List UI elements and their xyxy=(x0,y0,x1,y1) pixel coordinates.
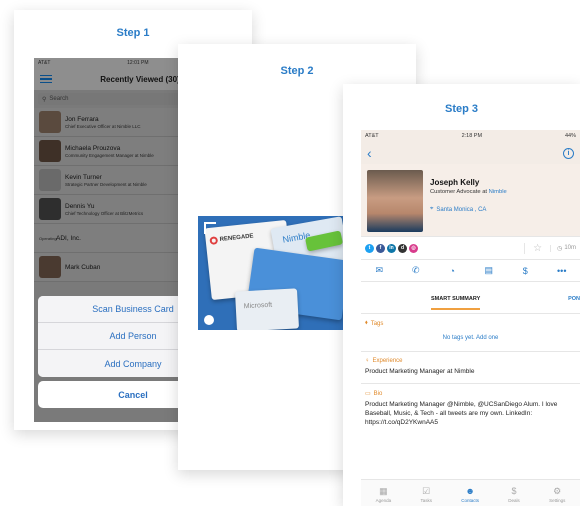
tab-agenda[interactable]: ▦ Agenda xyxy=(375,486,392,504)
status-carrier: AT&T xyxy=(38,60,51,66)
tab-next[interactable]: PON xyxy=(568,296,580,302)
detail-tabs: SMART SUMMARY PON xyxy=(361,290,580,314)
status-time: 12:01 PM xyxy=(127,60,149,66)
experience-section-label: ♀ Experience xyxy=(361,352,580,364)
phone-icon[interactable]: ✆ xyxy=(408,265,424,276)
deal-icon[interactable]: $ xyxy=(517,266,533,276)
role-text: Customer Advocate at xyxy=(430,189,488,195)
tab-deals[interactable]: $ Deals xyxy=(508,486,520,504)
tab-label: Tasks xyxy=(420,498,432,503)
dollar-icon: $ xyxy=(511,486,517,496)
location[interactable]: ⌖ Santa Monica , CA xyxy=(430,206,507,213)
people-icon: ☻ xyxy=(465,486,475,496)
status-battery: 44% xyxy=(564,133,576,139)
lightbulb-icon: ♀ xyxy=(365,358,370,364)
bottom-tab-bar: ▦ Agenda ☑ Tasks ☻ Contacts $ Deals ⚙ Setting… xyxy=(361,479,580,506)
tab-label: Contacts xyxy=(461,498,479,503)
back-chevron-icon[interactable]: ‹ xyxy=(367,146,372,160)
tab-contacts[interactable]: ☻ Contacts xyxy=(461,486,479,504)
card-logo-text: Microsoft xyxy=(243,301,273,311)
add-tag-link[interactable]: No tags yet. Add one xyxy=(361,327,580,352)
gear-icon: ⚙ xyxy=(553,486,562,496)
step-3-phone-screen: AT&T 2:18 PM 44% ‹ i Joseph Kelly Custom… xyxy=(361,130,580,506)
contact-name: Mark Cuban xyxy=(65,263,101,271)
tag-icon: ⬧ xyxy=(365,320,368,326)
contact-role: Customer Advocate at Nimble xyxy=(430,189,507,195)
card-logo-icon xyxy=(209,236,219,245)
avatar xyxy=(39,198,61,220)
location-text: Santa Monica , CA xyxy=(436,206,487,213)
contact-name: Dennis Yu xyxy=(65,202,95,210)
search-placeholder: Search xyxy=(49,96,69,102)
tags-label: Tags xyxy=(370,320,384,327)
tab-smart-summary[interactable]: SMART SUMMARY xyxy=(431,296,481,310)
email-icon[interactable]: ✉ xyxy=(371,265,387,276)
note-icon[interactable]: ▤ xyxy=(481,265,497,276)
contact-title: Chief Technology Officer at BlitzMetrics xyxy=(65,210,144,216)
tab-label: Settings xyxy=(549,498,566,503)
action-bar: ✉ ✆ ◔ ▤ $ ••• xyxy=(361,260,580,282)
step-1-title: Step 1 xyxy=(116,27,150,39)
experience-value: Product Marketing Manager at Nimble xyxy=(361,364,580,384)
foursquare-icon[interactable]: d xyxy=(398,243,407,253)
bio-label: Bio xyxy=(373,390,383,397)
calendar-icon: ▦ xyxy=(379,486,388,496)
avatar xyxy=(39,111,61,133)
status-carrier: AT&T xyxy=(365,133,379,139)
contact-header: Joseph Kelly Customer Advocate at Nimble… xyxy=(361,164,580,236)
status-bar: AT&T 2:18 PM 44% xyxy=(361,130,580,142)
viewfinder-corner xyxy=(204,222,216,234)
bio-text: Product Marketing Manager @Nimble, @UCSa… xyxy=(365,401,558,426)
card-logo-text: RENEGADE xyxy=(219,233,254,243)
contact-title: Chief Executive Officer at Nimble LLC xyxy=(65,123,141,129)
twitter-icon[interactable]: t xyxy=(365,243,374,253)
contact-title: Community Engagement Manager at Nimble xyxy=(65,152,154,158)
search-icon: ⚲ xyxy=(42,96,47,103)
tags-section-label: ⬧ Tags xyxy=(361,314,580,327)
step-3-title: Step 3 xyxy=(444,103,478,115)
business-card: Microsoft xyxy=(234,288,300,330)
status-time: 2:18 PM xyxy=(461,133,483,139)
avatar xyxy=(39,140,61,162)
contact-name: Michaela Prouzova xyxy=(65,144,121,152)
avatar xyxy=(39,256,61,278)
contact-name: Joseph Kelly xyxy=(430,178,480,187)
tab-settings[interactable]: ⚙ Settings xyxy=(549,486,566,504)
location-pin-icon: ⌖ xyxy=(430,206,434,212)
tab-label: Deals xyxy=(508,498,520,503)
linkedin-icon[interactable]: in xyxy=(387,243,396,253)
bio-icon: ▭ xyxy=(365,391,371,397)
info-icon[interactable]: i xyxy=(563,147,574,159)
tab-tasks[interactable]: ☑ Tasks xyxy=(420,486,432,504)
contact-name: Kevin Turner xyxy=(65,173,102,181)
tab-label: Agenda xyxy=(375,498,392,503)
bio-section-label: ▭ Bio xyxy=(361,384,580,398)
clock-icon: ◷ xyxy=(557,245,563,252)
experience-label: Experience xyxy=(372,358,403,364)
task-icon[interactable]: ◔ xyxy=(444,266,460,276)
star-icon[interactable]: ☆ xyxy=(524,242,550,254)
contact-name: Jon Ferrara xyxy=(65,115,99,123)
capture-button[interactable] xyxy=(204,315,214,325)
menu-icon[interactable] xyxy=(40,74,52,84)
time-label: 10m xyxy=(564,245,576,251)
contact-photo xyxy=(367,170,423,232)
section-label: Operating xyxy=(39,235,57,241)
avatar xyxy=(39,169,61,191)
contact-title: Strategic Partner Development at Nimble xyxy=(65,181,147,187)
nav-bar: ‹ i xyxy=(361,142,580,164)
more-icon[interactable]: ••• xyxy=(554,266,570,276)
facebook-icon[interactable]: f xyxy=(376,243,385,253)
instagram-icon[interactable]: ◎ xyxy=(409,243,418,253)
checkbox-icon: ☑ xyxy=(422,486,431,496)
last-contact-time: ◷ 10m xyxy=(550,244,576,252)
social-bar: t f in d ◎ ☆ ◷ 10m xyxy=(361,236,580,260)
step-2-title: Step 2 xyxy=(280,65,314,77)
contact-name: ADI, Inc. xyxy=(56,234,81,242)
company-link[interactable]: Nimble xyxy=(489,189,507,195)
step-3-card: Step 3 AT&T 2:18 PM 44% ‹ i Joseph Kelly… xyxy=(343,84,580,506)
